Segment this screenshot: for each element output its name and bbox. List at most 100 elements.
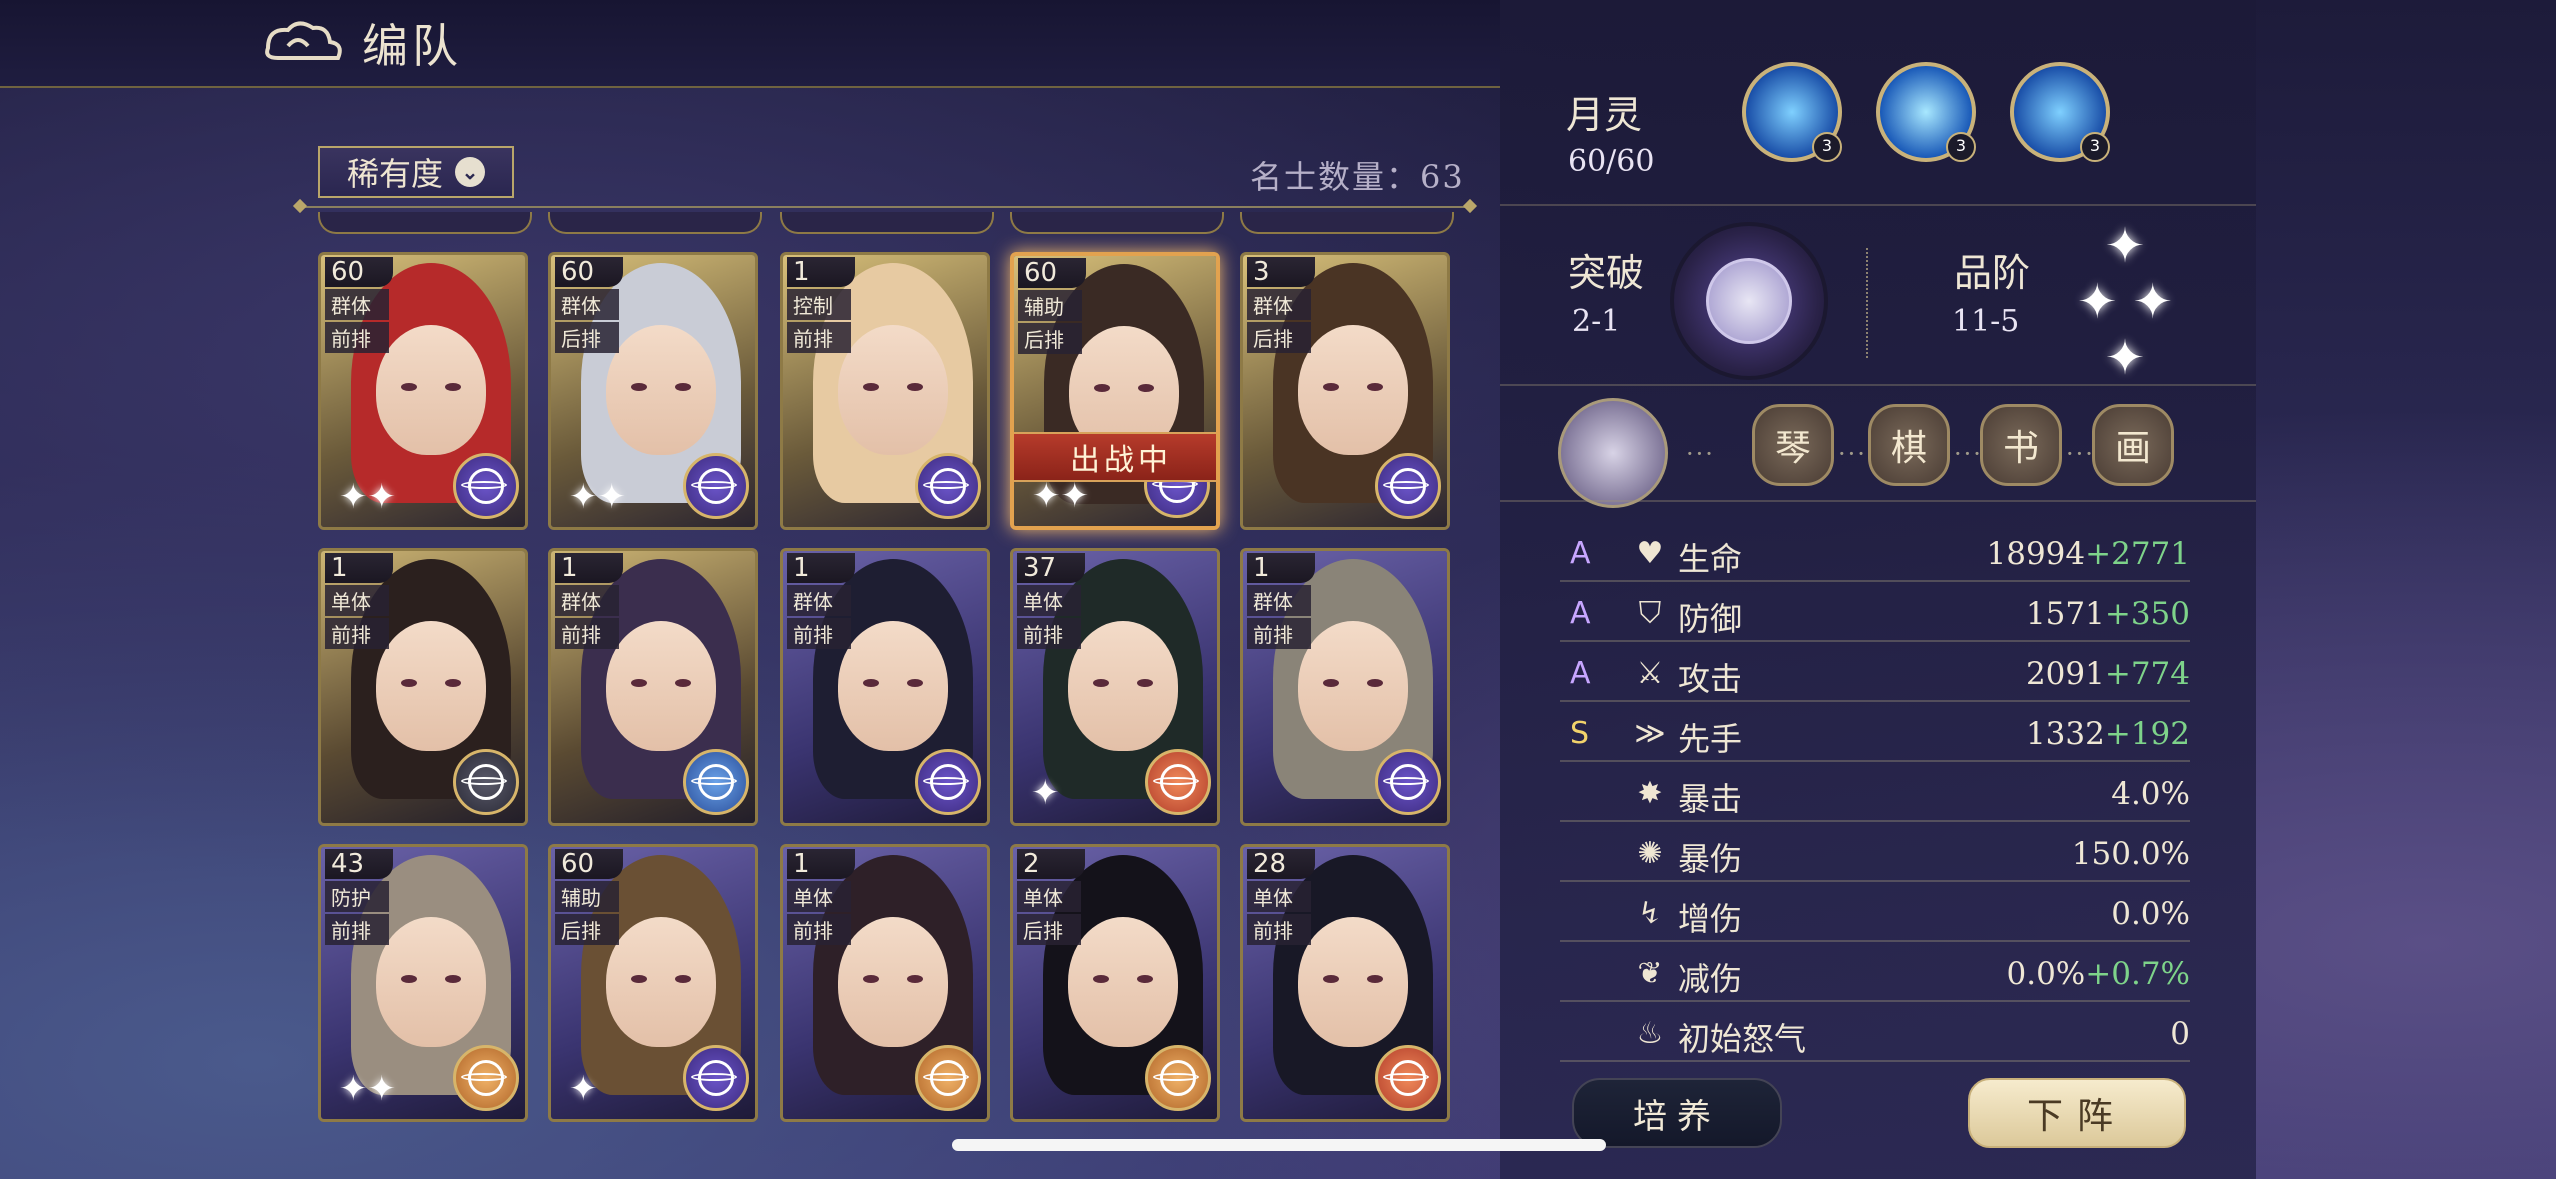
- character-eyes: [631, 975, 691, 983]
- planet-ring-icon: [923, 468, 969, 504]
- position-tag: 后排: [1017, 914, 1081, 945]
- sparkle-icon: ✦: [1031, 773, 1060, 813]
- target-tag: 群体: [787, 585, 851, 616]
- sparkle-icon: ✦✦: [339, 1069, 396, 1109]
- position-tag: 前排: [325, 322, 389, 353]
- art-shu-button[interactable]: 书: [1980, 404, 2062, 486]
- character-card[interactable]: 60 群体 后排 ✦✦: [548, 252, 758, 530]
- planet-ring-icon: [1383, 764, 1429, 800]
- stat-name: 防御: [1678, 600, 1743, 638]
- stat-name: 先手: [1678, 720, 1743, 758]
- target-tag: 群体: [325, 289, 389, 320]
- train-button[interactable]: 培养: [1572, 1078, 1782, 1148]
- level-badge: 1: [787, 257, 855, 287]
- back-cloud-icon[interactable]: [258, 18, 348, 68]
- stat-name: 减伤: [1678, 960, 1743, 998]
- character-card[interactable]: 1 群体 前排: [780, 548, 990, 826]
- moon-spirit-label: 月灵: [1566, 93, 1643, 137]
- stat-row: ❦ 减伤 0.0%+0.7%: [1560, 950, 2190, 1002]
- character-card[interactable]: 2 单体 后排: [1010, 844, 1220, 1122]
- target-tag: 群体: [555, 585, 619, 616]
- stat-row: S ≫ 先手 1332+192: [1560, 710, 2190, 762]
- role-tags: 群体 前排: [555, 585, 619, 649]
- planet-ring-icon: [461, 1060, 507, 1096]
- target-tag: 辅助: [1018, 290, 1082, 321]
- role-tags: 群体 后排: [555, 289, 619, 353]
- stat-value: 1332+192: [2026, 716, 2190, 752]
- stat-value: 0.0%+0.7%: [2007, 956, 2191, 992]
- level-badge: 1: [787, 849, 855, 879]
- breakthrough-orb-icon[interactable]: [1670, 222, 1828, 380]
- character-card[interactable]: 60 群体 前排 ✦✦: [318, 252, 528, 530]
- stat-icon: ↯: [1637, 896, 1663, 931]
- character-card[interactable]: 28 单体 前排: [1240, 844, 1450, 1122]
- rank-value: 11-5: [1952, 304, 2020, 339]
- character-card[interactable]: 43 防护 前排 ✦✦: [318, 844, 528, 1122]
- art-qi-button[interactable]: 棋: [1868, 404, 1950, 486]
- position-tag: 前排: [787, 322, 851, 353]
- character-card[interactable]: 60 辅助 后排 ✦✦ 出战中: [1010, 252, 1220, 530]
- skill-2-icon[interactable]: 3: [1876, 62, 1976, 162]
- character-card[interactable]: 1 单体 前排: [780, 844, 990, 1122]
- stat-icon: ⛉: [1638, 596, 1662, 631]
- character-card[interactable]: 1 控制 前排: [780, 252, 990, 530]
- element-badge-icon: [1375, 453, 1441, 519]
- planet-ring-icon: [1153, 764, 1199, 800]
- position-tag: 后排: [555, 322, 619, 353]
- element-badge-icon: [915, 453, 981, 519]
- planet-ring-icon: [691, 764, 737, 800]
- stat-row: A ♥ 生命 18994+2771: [1560, 530, 2190, 582]
- home-indicator[interactable]: [952, 1139, 1606, 1151]
- character-eyes: [401, 383, 461, 391]
- target-tag: 单体: [1247, 881, 1311, 912]
- planet-ring-icon: [691, 468, 737, 504]
- target-tag: 群体: [1247, 585, 1311, 616]
- character-card[interactable]: 1 群体 前排: [1240, 548, 1450, 826]
- role-tags: 防护 前排: [325, 881, 389, 945]
- character-eyes: [1093, 975, 1153, 983]
- stat-base: 1571: [2025, 596, 2105, 632]
- stat-base: 0.0%: [2006, 956, 2086, 992]
- stat-name: 暴伤: [1678, 840, 1743, 878]
- skill-level: 3: [2080, 132, 2110, 162]
- level-badge: 2: [1017, 849, 1085, 879]
- stat-base: 4.0%: [2111, 776, 2190, 812]
- rank-star-icon[interactable]: ✦ ✦ ✦ ✦: [2060, 218, 2190, 386]
- remove-from-team-button[interactable]: 下阵: [1968, 1078, 2186, 1148]
- skill-1-icon[interactable]: 3: [1742, 62, 1842, 162]
- character-card[interactable]: 37 单体 前排 ✦: [1010, 548, 1220, 826]
- position-tag: 前排: [555, 618, 619, 649]
- character-card[interactable]: 3 群体 后排: [1240, 252, 1450, 530]
- target-tag: 单体: [787, 881, 851, 912]
- planet-ring-icon: [461, 764, 507, 800]
- divider: [1500, 500, 2256, 502]
- level-badge: 43: [325, 849, 393, 879]
- target-tag: 防护: [325, 881, 389, 912]
- level-badge: 1: [1247, 553, 1315, 583]
- element-badge-icon: [915, 749, 981, 815]
- stat-name: 生命: [1678, 540, 1743, 578]
- character-eyes: [1094, 384, 1154, 392]
- role-tags: 辅助 后排: [1018, 290, 1082, 354]
- goat-avatar-icon[interactable]: [1558, 398, 1668, 508]
- role-tags: 辅助 后排: [555, 881, 619, 945]
- skill-level: 3: [1812, 132, 1842, 162]
- stat-name: 攻击: [1678, 660, 1743, 698]
- character-card[interactable]: 60 辅助 后排 ✦: [548, 844, 758, 1122]
- stat-value: 150.0%: [2072, 836, 2190, 872]
- stat-row: ↯ 增伤 0.0%: [1560, 890, 2190, 942]
- stat-grade: A: [1570, 536, 1591, 571]
- stat-name: 增伤: [1678, 900, 1743, 938]
- skill-3-icon[interactable]: 3: [2010, 62, 2110, 162]
- rarity-filter-button[interactable]: 稀有度 ⌄: [318, 146, 514, 198]
- planet-ring-icon: [1153, 1060, 1199, 1096]
- stat-base: 0: [2170, 1016, 2190, 1052]
- art-hua-button[interactable]: 画: [2092, 404, 2174, 486]
- art-qin-button[interactable]: 琴: [1752, 404, 1834, 486]
- position-tag: 前排: [325, 618, 389, 649]
- character-card[interactable]: 1 单体 前排: [318, 548, 528, 826]
- sparkle-icon: ✦✦: [339, 477, 396, 517]
- stat-bonus: +2771: [2085, 536, 2190, 572]
- role-tags: 单体 前排: [325, 585, 389, 649]
- character-card[interactable]: 1 群体 前排: [548, 548, 758, 826]
